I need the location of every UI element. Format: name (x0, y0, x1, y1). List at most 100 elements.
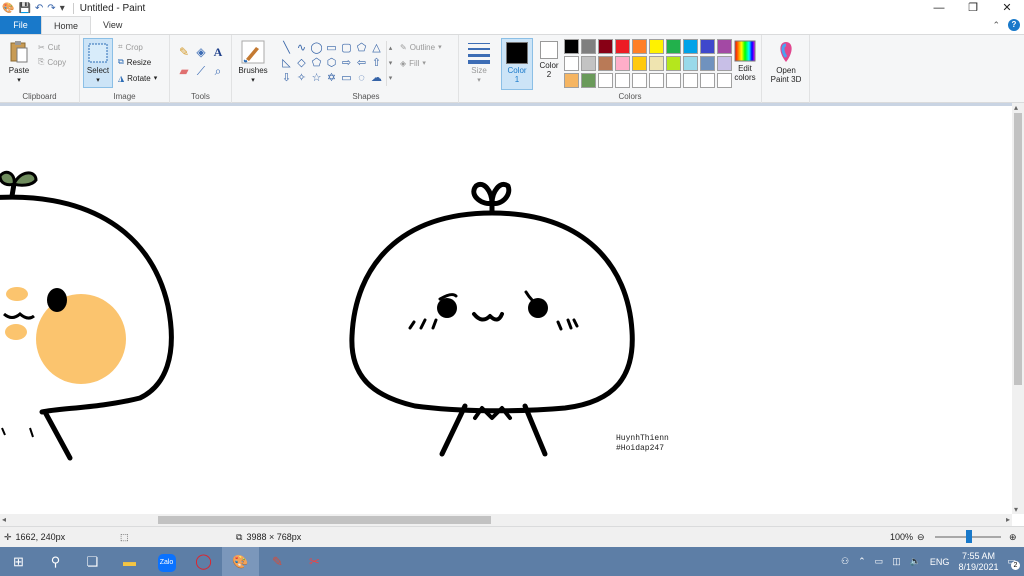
palette-swatch[interactable] (649, 73, 664, 88)
save-icon[interactable]: 💾 (18, 0, 30, 17)
collapse-ribbon-icon[interactable]: ⌃ (992, 20, 1000, 31)
callout-oval-icon[interactable]: ◌ (354, 71, 369, 86)
magnifier-icon[interactable]: ⌕ (210, 63, 226, 79)
eraser-icon[interactable]: ▰ (176, 63, 192, 79)
zoom-in-icon[interactable]: ⊕ (1009, 527, 1017, 547)
palette-swatch[interactable] (700, 56, 715, 71)
redo-icon[interactable]: ↷ (47, 0, 55, 17)
palette-swatch[interactable] (615, 73, 630, 88)
palette-swatch[interactable] (564, 39, 579, 54)
callout-cloud-icon[interactable]: ☁ (369, 71, 384, 86)
down-arrow-shape-icon[interactable]: ⇩ (279, 71, 294, 86)
palette-swatch[interactable] (598, 73, 613, 88)
start-button-icon[interactable]: ⊞ (0, 547, 37, 576)
vertical-scroll-thumb[interactable] (1014, 113, 1022, 385)
zoom-slider-thumb[interactable] (966, 530, 972, 543)
callout-rect-icon[interactable]: ▭ (339, 71, 354, 86)
zoom-out-icon[interactable]: ⊖ (917, 527, 925, 547)
shapes-scroll[interactable]: ▴ ▾ ▾ (386, 41, 394, 86)
size-button[interactable]: Size ▾ (463, 40, 495, 85)
tab-view[interactable]: View (91, 16, 134, 34)
palette-swatch[interactable] (598, 56, 613, 71)
palette-swatch[interactable] (666, 73, 681, 88)
fill-bucket-icon[interactable]: ◈ (193, 44, 209, 60)
diamond-shape-icon[interactable]: ◇ (294, 56, 309, 71)
pentagon-shape-icon[interactable]: ⬠ (309, 56, 324, 71)
network-icon[interactable]: ◫ (892, 556, 901, 567)
crop-button[interactable]: ⌗ Crop (118, 40, 143, 54)
hexagon-shape-icon[interactable]: ⬡ (324, 56, 339, 71)
battery-icon[interactable]: ▭ (875, 556, 884, 567)
snipping-tool-icon[interactable]: ✂ (296, 547, 333, 576)
rounded-rectangle-shape-icon[interactable]: ▢ (339, 41, 354, 56)
scroll-down-icon[interactable]: ▾ (1014, 505, 1018, 514)
palette-swatch[interactable] (564, 56, 579, 71)
horizontal-scroll-thumb[interactable] (158, 516, 491, 524)
minimize-button[interactable]: — (922, 0, 956, 17)
palette-swatch[interactable] (649, 39, 664, 54)
line-shape-icon[interactable]: ╲ (279, 41, 294, 56)
palette-swatch[interactable] (683, 73, 698, 88)
paint-app-icon[interactable]: 🎨 (2, 0, 14, 17)
palette-swatch[interactable] (632, 56, 647, 71)
search-icon[interactable]: ⚲ (37, 547, 74, 576)
tab-home[interactable]: Home (41, 16, 92, 34)
five-point-star-icon[interactable]: ☆ (309, 71, 324, 86)
paint-brush-taskbar-icon[interactable]: ✎ (259, 547, 296, 576)
scroll-left-icon[interactable]: ◂ (2, 515, 6, 524)
cut-button[interactable]: ✂ Cut (38, 40, 60, 54)
undo-icon[interactable]: ↶ (35, 0, 43, 17)
resize-button[interactable]: ⧉ Resize (118, 55, 151, 69)
palette-swatch[interactable] (649, 56, 664, 71)
horizontal-scrollbar[interactable]: ◂ ▸ (0, 514, 1012, 526)
paste-button[interactable]: Paste ▾ (4, 40, 34, 85)
scroll-right-icon[interactable]: ▸ (1006, 515, 1010, 524)
four-point-star-icon[interactable]: ✧ (294, 71, 309, 86)
palette-swatch[interactable] (615, 56, 630, 71)
right-arrow-shape-icon[interactable]: ⇨ (339, 56, 354, 71)
left-arrow-shape-icon[interactable]: ⇦ (354, 56, 369, 71)
drawing-canvas[interactable]: HuynhThienn #Hoidap247 (0, 106, 1012, 514)
palette-swatch[interactable] (615, 39, 630, 54)
language-indicator[interactable]: ENG (930, 557, 950, 567)
palette-swatch[interactable] (683, 39, 698, 54)
rotate-button[interactable]: ◮ Rotate ▾ (118, 71, 157, 85)
fill-button[interactable]: ◈ Fill ▾ (400, 56, 426, 70)
file-explorer-icon[interactable]: ▬ (111, 547, 148, 576)
volume-icon[interactable]: 🔈 (910, 556, 921, 567)
brushes-button[interactable]: Brushes ▾ (236, 40, 270, 85)
right-triangle-shape-icon[interactable]: ◺ (279, 56, 294, 71)
text-tool-icon[interactable]: A (210, 44, 226, 60)
outline-button[interactable]: ✎ Outline ▾ (400, 40, 442, 54)
help-icon[interactable]: ? (1008, 19, 1020, 31)
color-picker-icon[interactable]: ⟋ (193, 63, 209, 79)
pencil-icon[interactable]: ✎ (176, 44, 192, 60)
clock[interactable]: 7:55 AM 8/19/2021 (958, 551, 998, 573)
vertical-scrollbar[interactable]: ▴ ▾ (1012, 103, 1024, 514)
paint-taskbar-icon[interactable]: 🎨 (222, 547, 259, 576)
rectangle-shape-icon[interactable]: ▭ (324, 41, 339, 56)
palette-swatch[interactable] (632, 39, 647, 54)
people-icon[interactable]: ⚇ (841, 556, 849, 567)
palette-swatch[interactable] (700, 39, 715, 54)
palette-swatch[interactable] (683, 56, 698, 71)
palette-swatch[interactable] (564, 73, 579, 88)
up-arrow-shape-icon[interactable]: ⇧ (369, 56, 384, 71)
palette-swatch[interactable] (666, 39, 681, 54)
oval-shape-icon[interactable]: ◯ (309, 41, 324, 56)
open-paint3d-button[interactable]: Open Paint 3D (766, 40, 806, 84)
show-hidden-icons[interactable]: ⌃ (858, 556, 866, 567)
palette-swatch[interactable] (581, 73, 596, 88)
notification-icon[interactable]: ▭2 (1007, 556, 1020, 570)
zalo-icon[interactable]: Zalo (148, 547, 185, 576)
edit-colors-button[interactable]: Edit colors (730, 40, 760, 82)
polygon-shape-icon[interactable]: ⬠ (354, 41, 369, 56)
copy-button[interactable]: ⎘ Copy (38, 55, 66, 69)
palette-swatch[interactable] (666, 56, 681, 71)
palette-swatch[interactable] (598, 39, 613, 54)
task-view-icon[interactable]: ❏ (74, 547, 111, 576)
palette-swatch[interactable] (581, 39, 596, 54)
customize-qat-icon[interactable]: ▾ (60, 0, 65, 17)
opera-icon[interactable]: ◯ (185, 547, 222, 576)
triangle-shape-icon[interactable]: △ (369, 41, 384, 56)
